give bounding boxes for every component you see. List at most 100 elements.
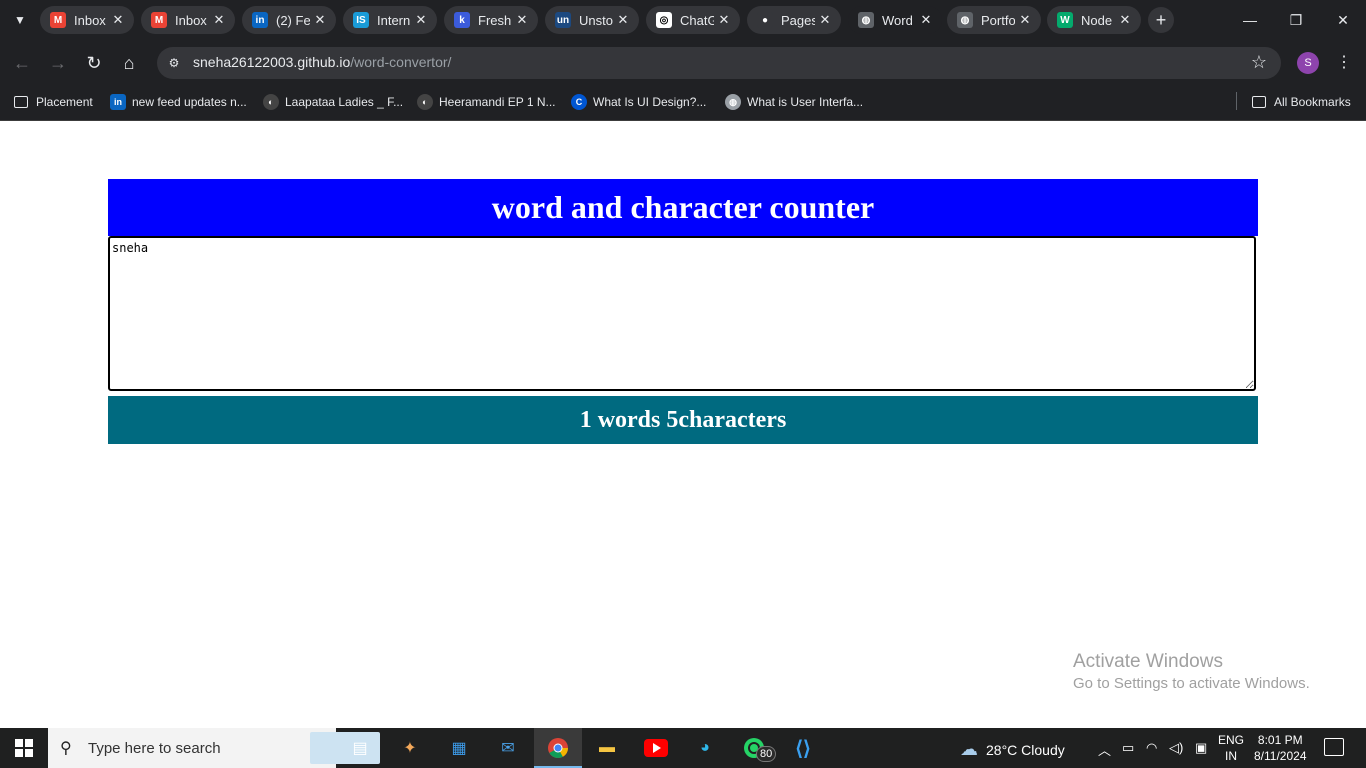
globe-icon: ◍ — [725, 94, 741, 110]
close-window-button[interactable]: ✕ — [1331, 8, 1355, 32]
volume-icon[interactable]: ◁) — [1169, 740, 1183, 756]
language-code: ENG — [1218, 733, 1245, 747]
bookmark-laapataa[interactable]: ◐ Laapataa Ladies _ F... — [263, 92, 403, 112]
tab-close-icon[interactable]: ✕ — [615, 12, 631, 28]
new-tab-button[interactable]: + — [1148, 7, 1174, 33]
watermark-title: Activate Windows — [1073, 651, 1223, 672]
bookmark-ui-design[interactable]: C What Is UI Design?... — [571, 92, 706, 112]
tab-close-icon[interactable]: ✕ — [716, 12, 732, 28]
tab-close-icon[interactable]: ✕ — [1017, 12, 1033, 28]
edge-icon[interactable]: ◕ — [690, 734, 720, 762]
whatsapp-badge: 80 — [756, 746, 777, 762]
gmail-icon: M — [151, 12, 167, 28]
tab-title: Node — [1081, 12, 1113, 28]
tab-title: (2) Fe — [276, 12, 310, 28]
wifi-icon[interactable]: ◠ — [1146, 740, 1157, 756]
site-icon: ◐ — [417, 94, 433, 110]
vscode-icon[interactable]: ⟨⟩ — [788, 734, 818, 762]
tab-6[interactable]: ◎ ChatG ✕ — [646, 6, 740, 34]
tab-title: Word — [882, 12, 913, 28]
tab-title: Intern — [377, 12, 411, 28]
show-hidden-icons-icon[interactable]: ︿ — [1098, 740, 1111, 759]
restore-button[interactable]: ❐ — [1284, 8, 1308, 32]
battery-icon[interactable]: ▭ — [1122, 740, 1134, 756]
tab-search-chevron-icon[interactable]: ▼ — [8, 8, 32, 32]
taskbar-search[interactable]: ⚲ Type here to search — [48, 728, 380, 768]
url-path: /word-convertor/ — [350, 54, 452, 70]
store-icon[interactable]: ▦ — [444, 734, 474, 762]
tab-title: Unsto — [579, 12, 613, 28]
tab-close-icon[interactable]: ✕ — [514, 12, 530, 28]
search-icon: ⚲ — [60, 740, 72, 757]
site-info-icon[interactable]: ⚙ — [165, 54, 183, 72]
tab-close-icon[interactable]: ✕ — [413, 12, 429, 28]
url-text[interactable]: sneha26122003.github.io/word-convertor/ — [193, 54, 451, 70]
tab-3[interactable]: IS Intern ✕ — [343, 6, 437, 34]
tab-close-icon[interactable]: ✕ — [312, 12, 328, 28]
minimize-button[interactable]: — — [1238, 8, 1262, 32]
tab-close-icon[interactable]: ✕ — [918, 12, 934, 28]
start-button[interactable] — [0, 728, 48, 768]
bookmark-star-icon[interactable]: ☆ — [1251, 52, 1267, 73]
tab-1[interactable]: M Inbox ✕ — [141, 6, 235, 34]
tab-close-icon[interactable]: ✕ — [110, 12, 126, 28]
bookmark-label: What Is UI Design?... — [593, 95, 707, 109]
bookmark-placement[interactable]: Placement — [14, 92, 93, 112]
tab-title: Portfo — [981, 12, 1015, 28]
address-bar[interactable]: ⚙ sneha26122003.github.io/word-convertor… — [157, 47, 1281, 79]
search-placeholder: Type here to search — [88, 740, 221, 757]
file-explorer-icon[interactable]: ▬ — [592, 734, 622, 762]
tab-close-icon[interactable]: ✕ — [211, 12, 227, 28]
notification-center-icon[interactable] — [1324, 738, 1344, 756]
url-host: sneha26122003.github.io — [193, 54, 351, 70]
globe-icon: ◍ — [957, 12, 973, 28]
youtube-logo-icon — [644, 739, 668, 757]
tab-0[interactable]: M Inbox ✕ — [40, 6, 134, 34]
task-view-icon[interactable]: ▤ — [345, 734, 375, 762]
globe-icon: ◍ — [858, 12, 874, 28]
tab-7[interactable]: ● Pages ✕ — [747, 6, 841, 34]
tab-4[interactable]: k Fresh ✕ — [444, 6, 538, 34]
tab-title: Pages — [781, 12, 815, 28]
bookmark-linkedin[interactable]: in new feed updates n... — [110, 92, 247, 112]
profile-avatar[interactable]: S — [1297, 52, 1319, 74]
bookmark-heeramandi[interactable]: ◐ Heeramandi EP 1 N... — [417, 92, 556, 112]
youtube-icon[interactable] — [641, 734, 671, 762]
windows-taskbar: ⚲ Type here to search ▤ ✦ ▦ ✉ ▬ ◕ 80 ⟨⟩ … — [0, 728, 1366, 768]
region-code: IN — [1225, 749, 1237, 763]
page-title: word and character counter — [108, 179, 1258, 236]
tab-close-icon[interactable]: ✕ — [1117, 12, 1133, 28]
chrome-icon[interactable] — [543, 734, 573, 762]
tab-9[interactable]: ◍ Portfo ✕ — [947, 6, 1041, 34]
bookmarks-bar: Placement in new feed updates n... ◐ Laapa… — [0, 84, 1366, 121]
meet-now-icon[interactable]: ▣ — [1195, 740, 1207, 756]
gmail-icon: M — [50, 12, 66, 28]
tab-2[interactable]: in (2) Fe ✕ — [242, 6, 336, 34]
weather-widget[interactable]: ☁ 28°C Cloudy — [960, 739, 1065, 760]
all-bookmarks[interactable]: All Bookmarks — [1252, 92, 1351, 112]
mail-icon[interactable]: ✉ — [493, 734, 523, 762]
language-indicator[interactable]: ENG IN — [1218, 732, 1244, 764]
back-button[interactable]: ← — [10, 51, 34, 75]
forward-button[interactable]: → — [46, 51, 70, 75]
text-input-area[interactable]: sneha — [108, 236, 1256, 391]
clock[interactable]: 8:01 PM 8/11/2024 — [1254, 732, 1307, 764]
tab-10[interactable]: W Node ✕ — [1047, 6, 1141, 34]
tab-5[interactable]: un Unsto ✕ — [545, 6, 639, 34]
browser-menu-icon[interactable]: ⋮ — [1334, 51, 1354, 75]
chatgpt-icon: ◎ — [656, 12, 672, 28]
unstop-icon: un — [555, 12, 571, 28]
copilot-icon[interactable]: ✦ — [395, 734, 425, 762]
folder-icon — [1252, 96, 1266, 108]
bookmark-user-interface[interactable]: ◍ What is User Interfa... — [725, 92, 863, 112]
tab-close-icon[interactable]: ✕ — [817, 12, 833, 28]
bookmark-label: Laapataa Ladies _ F... — [285, 95, 404, 109]
site-icon: ◐ — [263, 94, 279, 110]
tab-8[interactable]: ◍ Word ✕ — [848, 6, 942, 34]
home-button[interactable]: ⌂ — [117, 51, 141, 75]
reload-button[interactable]: ↻ — [82, 51, 106, 75]
clock-date: 8/11/2024 — [1254, 749, 1307, 763]
activate-windows-watermark: Activate Windows Go to Settings to activ… — [1073, 651, 1310, 692]
coursera-icon: C — [571, 94, 587, 110]
tab-strip: ▼ M Inbox ✕ M Inbox ✕ in (2) Fe ✕ IS Intern ✕ k Fresh… — [0, 0, 1366, 42]
